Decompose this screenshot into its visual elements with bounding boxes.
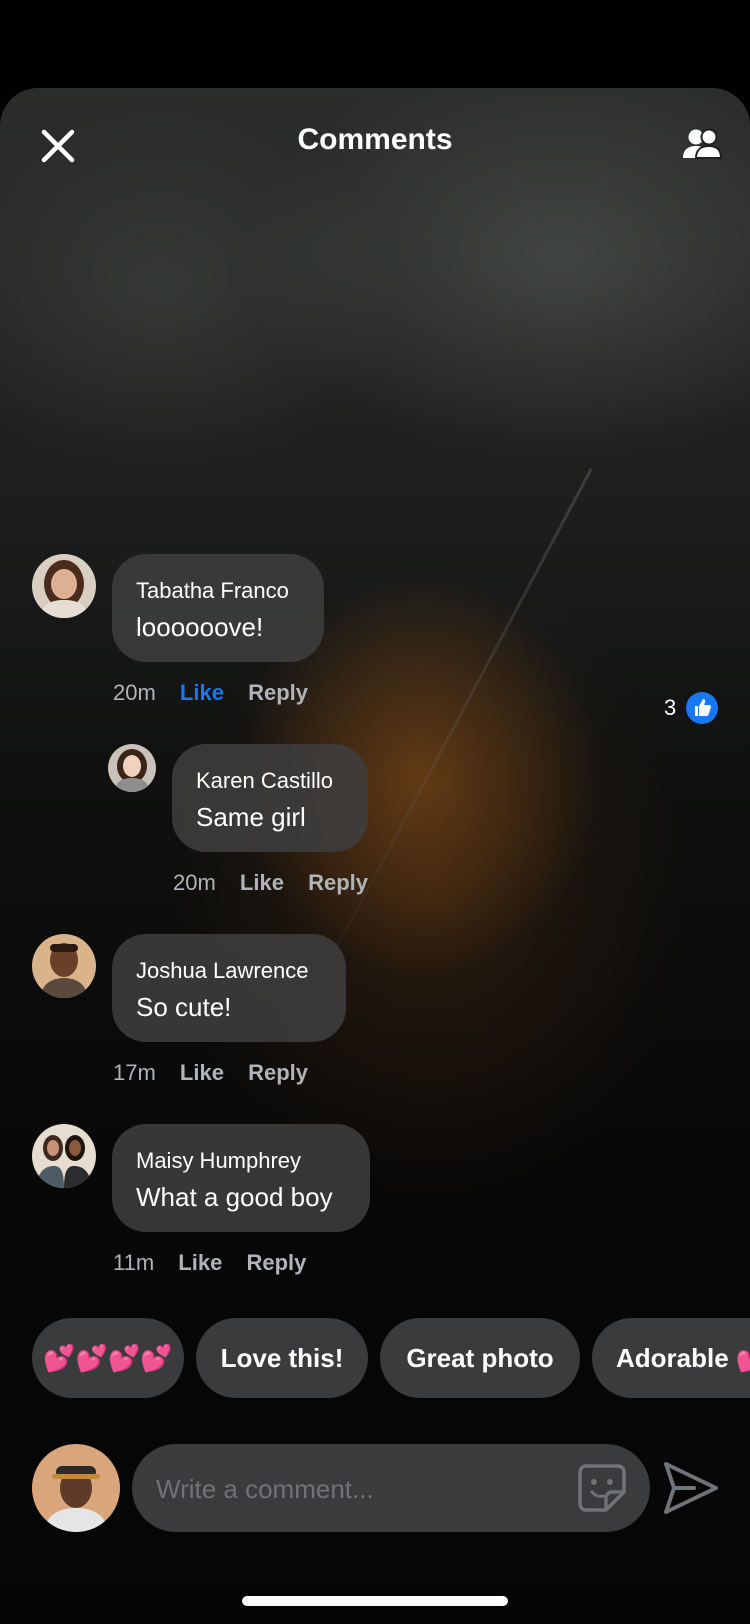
- comment-time: 20m: [113, 680, 156, 705]
- like-button[interactable]: Like: [180, 1060, 224, 1086]
- avatar-image: [32, 934, 96, 998]
- like-button[interactable]: Like: [178, 1250, 222, 1276]
- avatar[interactable]: [32, 934, 96, 998]
- comment-text: Same girl: [196, 802, 306, 832]
- comment-time: 20m: [173, 870, 216, 895]
- avatar-image: [32, 1444, 120, 1532]
- avatar-image: [108, 744, 156, 792]
- thumbs-up-icon: [686, 692, 718, 724]
- reaction-count: 3: [664, 695, 677, 720]
- comment-bubble[interactable]: Maisy Humphrey What a good boy: [112, 1124, 370, 1232]
- comment-input-placeholder: Write a comment...: [156, 1474, 374, 1504]
- send-button[interactable]: [662, 1460, 720, 1516]
- comment-author[interactable]: Tabatha Franco: [136, 578, 289, 604]
- sticker-button[interactable]: [576, 1462, 628, 1514]
- comment-bubble[interactable]: Tabatha Franco loooooove!: [112, 554, 324, 662]
- like-button[interactable]: Like: [240, 870, 284, 896]
- comment-text: So cute!: [136, 992, 232, 1022]
- quick-reply-chip[interactable]: Great photo: [380, 1318, 580, 1398]
- comment-bubble[interactable]: Karen Castillo Same girl: [172, 744, 368, 852]
- quick-reply-chip[interactable]: 💕💕💕💕: [32, 1318, 184, 1398]
- comment-actions: 20m Like Reply: [113, 680, 308, 706]
- comment-time: 17m: [113, 1060, 156, 1085]
- reply-button[interactable]: Reply: [308, 870, 368, 896]
- friends-icon: [683, 128, 723, 159]
- quick-reply-chip[interactable]: Adorable 💕: [592, 1318, 750, 1398]
- reply-button[interactable]: Reply: [248, 680, 308, 706]
- user-avatar[interactable]: [32, 1444, 120, 1532]
- comment-actions: 17m Like Reply: [113, 1060, 308, 1086]
- friends-button[interactable]: [682, 128, 723, 162]
- comment-time: 11m: [113, 1250, 155, 1275]
- comment-text: What a good boy: [136, 1182, 333, 1212]
- comment-author[interactable]: Joshua Lawrence: [136, 958, 308, 984]
- reply-button[interactable]: Reply: [248, 1060, 308, 1086]
- comment-text: loooooove!: [136, 612, 264, 642]
- page-title: Comments: [297, 123, 453, 156]
- avatar-image: [32, 554, 96, 618]
- comment-bubble[interactable]: Joshua Lawrence So cute!: [112, 934, 346, 1042]
- home-indicator[interactable]: [242, 1596, 508, 1606]
- comment-author[interactable]: Maisy Humphrey: [136, 1148, 301, 1174]
- comment-author[interactable]: Karen Castillo: [196, 768, 333, 794]
- avatar[interactable]: [108, 744, 156, 792]
- like-button[interactable]: Like: [180, 680, 224, 706]
- quick-reply-chip[interactable]: Love this!: [196, 1318, 368, 1398]
- avatar-image: [32, 1124, 96, 1188]
- reply-button[interactable]: Reply: [246, 1250, 306, 1276]
- send-icon: [664, 1462, 718, 1514]
- comment-input[interactable]: Write a comment...: [132, 1444, 650, 1532]
- avatar[interactable]: [32, 554, 96, 618]
- sticker-icon: [578, 1464, 626, 1512]
- avatar[interactable]: [32, 1124, 96, 1188]
- comment-actions: 20m Like Reply: [173, 870, 368, 896]
- comment-actions: 11m Like Reply: [113, 1250, 306, 1276]
